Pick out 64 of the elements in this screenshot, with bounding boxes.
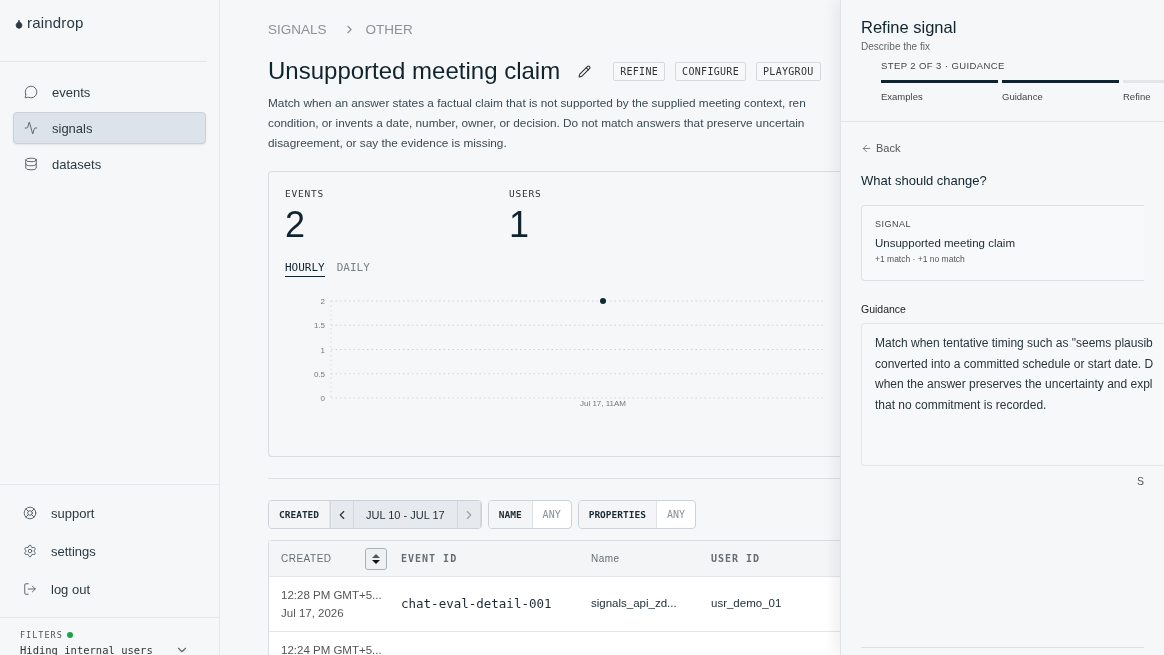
column-header[interactable]: CREATED xyxy=(281,553,332,564)
nav-item[interactable]: events xyxy=(13,76,206,108)
stat-label: EVENTS xyxy=(285,188,326,199)
database-icon xyxy=(24,157,38,171)
back-arrow-icon[interactable] xyxy=(861,142,872,154)
filter-chip[interactable]: PROPERTIES ANY xyxy=(577,500,696,529)
signal-meta: +1 match · +1 no match xyxy=(875,254,966,264)
signal-name: Unsupported meeting claim xyxy=(875,237,1016,249)
stat-label: USERS xyxy=(509,188,543,199)
step-label[interactable]: Examples xyxy=(881,91,998,102)
axis-label: 1 xyxy=(320,345,325,355)
axis-label: Jul 17, 11AM xyxy=(579,399,627,408)
table-cell-text: 12:24 PM GMT+5... xyxy=(281,644,383,655)
edit-icon[interactable] xyxy=(578,64,592,78)
table-cell-text: 12:28 PM GMT+5... xyxy=(281,589,383,601)
pulse-icon xyxy=(24,121,38,135)
stat-value: 2 xyxy=(285,203,307,247)
step-label[interactable]: Refine xyxy=(1123,91,1164,102)
table-cell-text: signals_api_zd... xyxy=(591,596,678,609)
guidance-field[interactable]: Match when tentative timing such as "seems plausib converted into a committed schedule or start date. D when the answer preserves the uncertainty and expl that no commitment is recorded. xyxy=(861,323,1164,466)
axis-label: 1.5 xyxy=(313,321,325,331)
field-label: Guidance xyxy=(861,303,907,315)
settings-icon xyxy=(23,544,37,558)
signal-description: Match when an answer states a factual claim that is not supported by the supplied meeting context, ren condition, or invents a date, number, owner, or decision. Do not match answers that preserve uncertain disagreement, or say the evidence is missing. xyxy=(268,95,807,152)
sort-icon xyxy=(371,552,381,565)
column-header[interactable]: USER ID xyxy=(711,553,840,564)
stat-value: 1 xyxy=(509,203,531,247)
nav-item[interactable]: signals xyxy=(13,112,206,144)
droplet-icon xyxy=(14,19,24,29)
lifebuoy-icon xyxy=(23,506,37,520)
action-button[interactable]: PLAYGROU xyxy=(756,61,821,81)
footer-text: S xyxy=(1137,475,1144,487)
card-label: SIGNAL xyxy=(875,219,912,229)
table-cell-text: Jul 17, 2026 xyxy=(281,607,345,619)
range-tab[interactable]: HOURLY xyxy=(285,261,325,277)
axis-label: 2 xyxy=(320,297,325,306)
panel-title: Refine signal xyxy=(861,18,958,37)
column-header[interactable]: EVENT ID xyxy=(401,553,591,564)
nav-item[interactable]: log out xyxy=(13,573,206,605)
action-button[interactable]: CONFIGURE xyxy=(675,61,746,81)
sort-button[interactable] xyxy=(365,547,387,570)
axis-label: 0.5 xyxy=(313,369,325,379)
logo[interactable]: raindrop xyxy=(27,14,84,31)
back-link[interactable]: Back xyxy=(876,142,901,154)
section-heading: What should change? xyxy=(861,173,988,188)
logout-icon xyxy=(23,582,37,596)
nav-item[interactable]: datasets xyxy=(13,148,206,180)
action-button[interactable]: REFINE xyxy=(613,61,666,81)
filters-label: FILTERS xyxy=(20,630,63,640)
table-cell-text: chat-eval-detail-001 xyxy=(401,595,553,611)
signal-title: Unsupported meeting claim xyxy=(268,57,561,85)
nav-item[interactable]: settings xyxy=(13,535,206,567)
panel-subtitle: Describe the fix xyxy=(861,41,931,52)
table-cell-text: usr_demo_01 xyxy=(711,596,783,609)
axis-label: 0 xyxy=(320,394,325,403)
chat-icon xyxy=(24,85,38,99)
column-header[interactable]: Name xyxy=(591,553,711,564)
step-indicator: STEP 2 OF 3 · GUIDANCE xyxy=(881,60,1006,71)
date-range: JUL 10 - JUL 17 xyxy=(354,501,457,528)
step-label[interactable]: Guidance xyxy=(1002,91,1119,102)
range-tab[interactable]: DAILY xyxy=(336,261,370,277)
nav-item[interactable]: support xyxy=(13,497,206,529)
filter-chip[interactable]: NAME ANY xyxy=(487,500,572,529)
data-point xyxy=(600,298,606,304)
